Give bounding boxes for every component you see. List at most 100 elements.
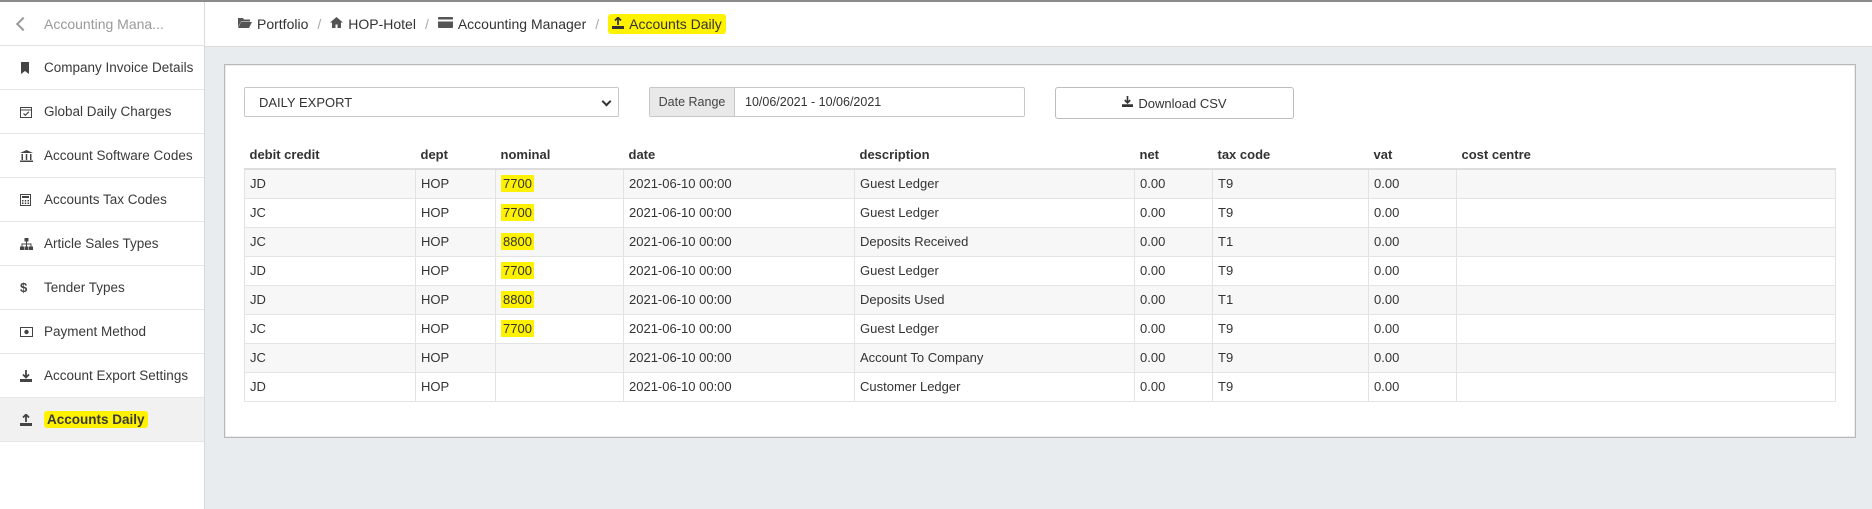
sidebar-item-label: Payment Method: [44, 324, 147, 339]
sidebar-item-account-software-codes[interactable]: Account Software Codes: [0, 134, 204, 178]
folder-open-icon: [238, 17, 252, 31]
table-cell: [1456, 371, 1836, 402]
table-cell: JD: [244, 284, 416, 315]
date-range-input[interactable]: 10/06/2021 - 10/06/2021: [735, 88, 1024, 116]
sidebar-item-tender-types[interactable]: $ Tender Types: [0, 266, 204, 310]
table-cell: Deposits Used: [854, 284, 1135, 315]
accounts-daily-panel: DAILY EXPORT Date Range 10/06/2021 - 10/…: [224, 64, 1856, 438]
table-row: JD HOP 2021-06-10 00:00 Customer Ledger 0.00…: [244, 371, 1836, 402]
sidebar-back-label: Accounting Mana...: [44, 15, 164, 32]
table-cell: Guest Ledger: [854, 168, 1135, 199]
table-row: JC HOP 8800 2021-06-10 00:00 Deposits Receiv…: [244, 226, 1836, 257]
column-header: description: [854, 141, 1135, 170]
sidebar-item-label: Global Daily Charges: [44, 104, 172, 119]
breadcrumb-separator: /: [595, 16, 600, 32]
table-cell: 7700: [495, 255, 624, 286]
sidebar-item-global-daily-charges[interactable]: Global Daily Charges: [0, 90, 204, 134]
breadcrumb-accounts-daily-label: Accounts Daily: [629, 16, 722, 32]
download-icon: [20, 369, 44, 382]
table-cell: Deposits Received: [854, 226, 1135, 257]
table-header-row: debit credit dept nominal date descripti…: [244, 141, 1836, 170]
table-cell: 2021-06-10 00:00: [623, 255, 855, 286]
breadcrumb-hotel[interactable]: HOP-Hotel: [330, 16, 416, 32]
table-cell: 2021-06-10 00:00: [623, 197, 855, 228]
table-cell: [1456, 342, 1836, 373]
table-cell: T9: [1212, 255, 1369, 286]
table-cell: JC: [244, 342, 416, 373]
table-cell: HOP: [415, 197, 496, 228]
table-cell: 7700: [495, 313, 624, 344]
table-cell: [495, 371, 624, 402]
table-cell: 0.00: [1134, 255, 1213, 286]
table-cell: 0.00: [1368, 168, 1457, 199]
sidebar-item-label: Tender Types: [44, 280, 125, 295]
nominal-value: 7700: [501, 175, 534, 193]
table-cell: Customer Ledger: [854, 371, 1135, 402]
table-cell: 8800: [495, 226, 624, 257]
table-cell: T9: [1212, 168, 1369, 199]
table-cell: [495, 342, 624, 373]
nominal-value: 7700: [501, 320, 534, 337]
sidebar-item-account-export-settings[interactable]: Account Export Settings: [0, 354, 204, 398]
table-cell: T9: [1212, 371, 1369, 402]
nominal-value: 8800: [501, 291, 534, 308]
table-cell: JC: [244, 197, 416, 228]
export-type-value: DAILY EXPORT: [259, 94, 353, 110]
sidebar-item-label: Accounts Tax Codes: [44, 192, 167, 207]
table-cell: Account To Company: [854, 342, 1135, 373]
sidebar-item-article-sales-types[interactable]: Article Sales Types: [0, 222, 204, 266]
table-cell: JC: [244, 313, 416, 344]
table-cell: JC: [244, 226, 416, 257]
nominal-value: 7700: [501, 204, 534, 221]
breadcrumb-hotel-label: HOP-Hotel: [348, 16, 416, 32]
sidebar-item-label: Accounts Daily: [44, 411, 148, 428]
table-cell: 0.00: [1368, 255, 1457, 286]
dollar-icon: $: [20, 280, 28, 295]
breadcrumb-separator: /: [424, 16, 429, 32]
table-cell: [1456, 197, 1836, 228]
table-cell: T9: [1212, 342, 1369, 373]
table-cell: 0.00: [1134, 197, 1213, 228]
table-cell: [1456, 284, 1836, 315]
sidebar-item-accounts-tax-codes[interactable]: Accounts Tax Codes: [0, 178, 204, 222]
breadcrumb-accounting-manager-label: Accounting Manager: [457, 16, 587, 32]
sidebar-item-label: Account Software Codes: [44, 148, 193, 163]
sidebar-item-label: Account Export Settings: [44, 368, 189, 383]
sidebar-item-accounts-daily[interactable]: Accounts Daily: [0, 398, 204, 442]
table-cell: T9: [1212, 197, 1369, 228]
sidebar-item-payment-method[interactable]: Payment Method: [0, 310, 204, 354]
column-header: tax code: [1212, 141, 1369, 170]
table-cell: 0.00: [1134, 342, 1213, 373]
table-cell: 8800: [495, 284, 624, 315]
table-cell: Guest Ledger: [854, 313, 1135, 344]
table-row: JD HOP 8800 2021-06-10 00:00 Deposits Used 0.…: [244, 284, 1836, 315]
download-csv-button[interactable]: Download CSV: [1055, 87, 1294, 119]
money-icon: [20, 326, 44, 337]
table-row: JD HOP 7700 2021-06-10 00:00 Guest Ledger 0.0…: [244, 255, 1836, 286]
table-cell: T9: [1212, 313, 1369, 344]
calculator-icon: [20, 193, 44, 206]
breadcrumb-portfolio[interactable]: Portfolio: [238, 16, 308, 32]
table-cell: HOP: [415, 371, 496, 402]
breadcrumb-accounting-manager[interactable]: Accounting Manager: [437, 16, 587, 32]
table-cell: 7700: [495, 168, 624, 199]
table-cell: 2021-06-10 00:00: [623, 371, 855, 402]
table-cell: HOP: [415, 168, 496, 199]
sitemap-icon: [20, 237, 44, 250]
table-cell: 0.00: [1134, 226, 1213, 257]
table-cell: 0.00: [1368, 226, 1457, 257]
table-cell: [1456, 226, 1836, 257]
export-type-select[interactable]: DAILY EXPORT: [244, 87, 619, 117]
date-range-group: Date Range 10/06/2021 - 10/06/2021: [649, 87, 1025, 117]
table-cell: 0.00: [1134, 168, 1213, 199]
download-csv-label: Download CSV: [1138, 95, 1227, 111]
sidebar-item-company-invoice-details[interactable]: Company Invoice Details: [0, 46, 204, 90]
download-icon: [1122, 96, 1134, 110]
table-cell: HOP: [415, 313, 496, 344]
table-cell: 7700: [495, 197, 624, 228]
table-cell: Guest Ledger: [854, 255, 1135, 286]
table-cell: [1456, 168, 1836, 199]
sidebar-back-button[interactable]: Accounting Mana...: [0, 2, 204, 46]
table-cell: JD: [244, 371, 416, 402]
table-cell: 0.00: [1368, 342, 1457, 373]
